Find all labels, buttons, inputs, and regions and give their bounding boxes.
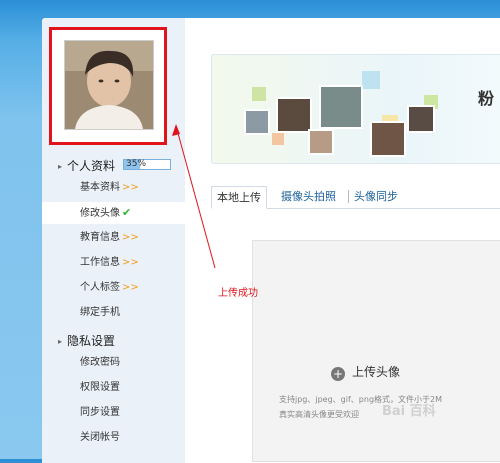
annotation-label: 上传成功 xyxy=(218,288,258,299)
sidebar-item-bind-phone[interactable]: 绑定手机 xyxy=(42,302,185,324)
sidebar-item-sync[interactable]: 同步设置 xyxy=(42,402,185,424)
decor-square xyxy=(362,71,380,89)
thumbnail-photo xyxy=(407,105,435,133)
profile-group-title[interactable]: ▸ 个人资料 xyxy=(58,157,115,174)
sidebar: ▸ 个人资料 35% 基本资料 >> 修改头像 ✔ 教育信息 >> 工作信息 >> 个人标… xyxy=(42,18,185,463)
watermark: Bai 百科 xyxy=(382,404,436,419)
sidebar-item-change-avatar[interactable]: 修改头像 ✔ xyxy=(42,202,185,224)
thumbnail-photo xyxy=(244,109,270,135)
sidebar-item-change-password[interactable]: 修改密码 xyxy=(42,352,185,374)
tab-local-upload[interactable]: 本地上传 xyxy=(211,186,267,209)
chevron-right-icon: >> xyxy=(122,232,139,243)
upload-avatar-button[interactable]: + 上传头像 xyxy=(331,363,400,381)
upload-area[interactable]: + 上传头像 支持jpg、jpeg、gif、png格式，文件小于2M 真实高清头像… xyxy=(252,240,500,462)
avatar-photo xyxy=(65,41,153,129)
sidebar-item-work[interactable]: 工作信息 >> xyxy=(42,252,185,274)
sidebar-item-close-account[interactable]: 关闭帐号 xyxy=(42,427,185,449)
sidebar-item-education[interactable]: 教育信息 >> xyxy=(42,227,185,249)
thumbnail-photo xyxy=(319,85,363,129)
decor-square xyxy=(252,87,266,101)
avatar-highlight-box xyxy=(49,27,167,145)
expand-triangle-icon: ▸ xyxy=(58,337,63,346)
thumbnail-photo xyxy=(370,121,406,157)
expand-triangle-icon: ▸ xyxy=(58,162,63,171)
upload-tabs: 本地上传 摄像头拍照 头像同步 xyxy=(211,186,500,209)
sidebar-item-tags[interactable]: 个人标签 >> xyxy=(42,277,185,299)
chevron-right-icon: >> xyxy=(122,182,139,193)
main-content: 粉 本地上传 摄像头拍照 头像同步 + 上传头像 支持jpg、jpeg、gif、p… xyxy=(185,18,500,463)
plus-icon: + xyxy=(331,367,345,381)
tab-divider xyxy=(348,190,349,203)
decor-square xyxy=(272,133,284,145)
profile-completion-bar: 35% xyxy=(123,159,171,170)
avatar[interactable] xyxy=(64,40,154,130)
check-icon: ✔ xyxy=(122,206,132,219)
chevron-right-icon: >> xyxy=(122,282,139,293)
chevron-right-icon: >> xyxy=(122,257,139,268)
sidebar-item-basic-info[interactable]: 基本资料 >> xyxy=(42,177,185,199)
sidebar-item-permissions[interactable]: 权限设置 xyxy=(42,377,185,399)
banner-title: 粉 xyxy=(478,89,495,108)
upload-hint-quality: 真实高清头像更受欢迎 xyxy=(279,410,359,419)
thumbnail-photo xyxy=(276,97,312,133)
promo-banner: 粉 xyxy=(211,54,500,164)
settings-window: ▸ 个人资料 35% 基本资料 >> 修改头像 ✔ 教育信息 >> 工作信息 >> 个人标… xyxy=(42,18,500,463)
progress-text: 35% xyxy=(126,159,147,169)
privacy-group-title[interactable]: ▸ 隐私设置 xyxy=(58,332,115,349)
tab-camera[interactable]: 摄像头拍照 xyxy=(281,186,336,207)
thumbnail-photo xyxy=(308,129,334,155)
tab-avatar-sync[interactable]: 头像同步 xyxy=(354,186,398,207)
